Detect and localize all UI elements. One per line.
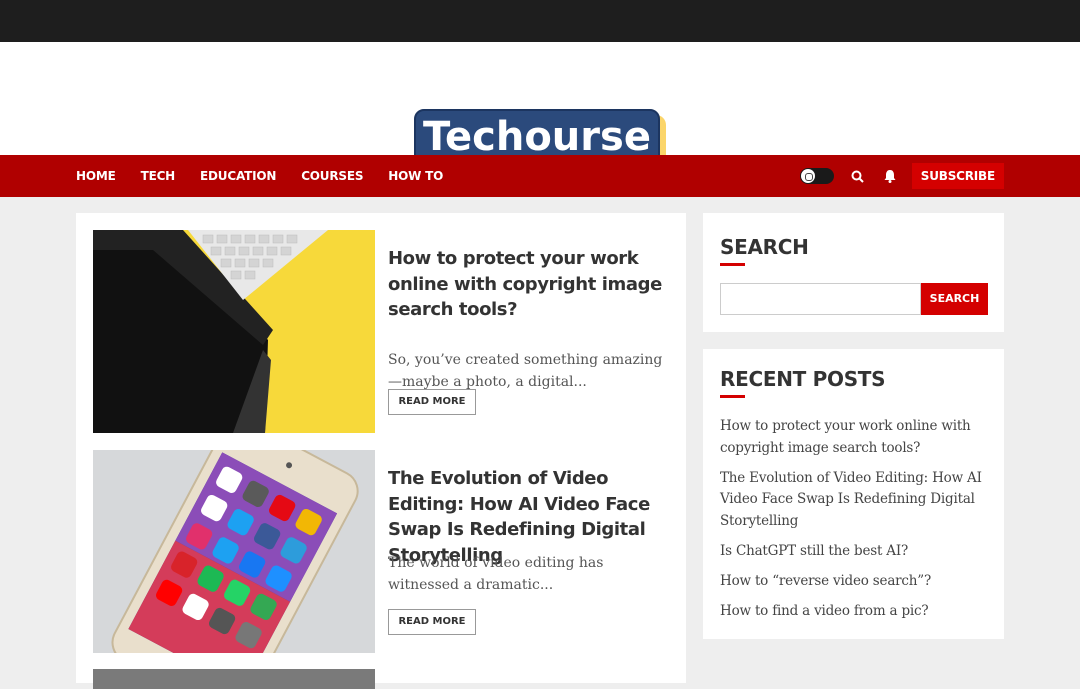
title-underline (720, 395, 745, 398)
post-thumbnail[interactable] (93, 230, 375, 433)
main-navigation: HOME TECH EDUCATION COURSES HOW TO SUBSC… (0, 155, 1080, 197)
site-header: Techourse (0, 42, 1080, 172)
post-list: How to protect your work online with cop… (76, 213, 686, 689)
recent-post-link[interactable]: How to protect your work online with cop… (720, 416, 990, 459)
recent-post-link[interactable]: How to “reverse video search”? (720, 571, 990, 593)
nav-home[interactable]: HOME (76, 169, 116, 183)
search-input[interactable] (720, 283, 921, 315)
list-item (93, 669, 673, 689)
dark-mode-toggle[interactable] (799, 168, 834, 184)
nav-courses[interactable]: COURSES (301, 169, 363, 183)
nav-how-to[interactable]: HOW TO (388, 169, 443, 183)
title-underline (720, 263, 745, 266)
list-item: How to protect your work online with cop… (93, 230, 673, 433)
nav-education[interactable]: EDUCATION (200, 169, 276, 183)
recent-post-link[interactable]: The Evolution of Video Editing: How AI V… (720, 468, 990, 533)
post-thumbnail[interactable] (93, 450, 375, 653)
sun-icon (800, 169, 815, 183)
search-icon[interactable] (848, 166, 868, 186)
nav-tech[interactable]: TECH (141, 169, 176, 183)
read-more-button[interactable]: READ MORE (388, 389, 476, 415)
recent-post-link[interactable]: Is ChatGPT still the best AI? (720, 541, 990, 563)
read-more-button[interactable]: READ MORE (388, 609, 476, 635)
widget-title: RECENT POSTS (720, 367, 886, 391)
post-title[interactable]: How to protect your work online with cop… (388, 246, 673, 323)
top-bar (0, 0, 1080, 42)
list-item: The Evolution of Video Editing: How AI V… (93, 450, 673, 653)
recent-post-link[interactable]: How to find a video from a pic? (720, 601, 990, 623)
recent-posts-widget: RECENT POSTS How to protect your work on… (703, 349, 1004, 639)
post-excerpt: So, you’ve created something amazing—may… (388, 352, 663, 390)
search-button[interactable]: SEARCH (921, 283, 988, 315)
post-thumbnail[interactable] (93, 669, 375, 689)
widget-title: SEARCH (720, 235, 809, 259)
post-excerpt: The world of video editing has witnessed… (388, 555, 604, 593)
search-widget: SEARCH SEARCH (703, 213, 1004, 332)
subscribe-button[interactable]: SUBSCRIBE (911, 163, 1004, 189)
recent-posts-list: How to protect your work online with cop… (720, 416, 990, 631)
bell-icon[interactable] (880, 166, 900, 186)
